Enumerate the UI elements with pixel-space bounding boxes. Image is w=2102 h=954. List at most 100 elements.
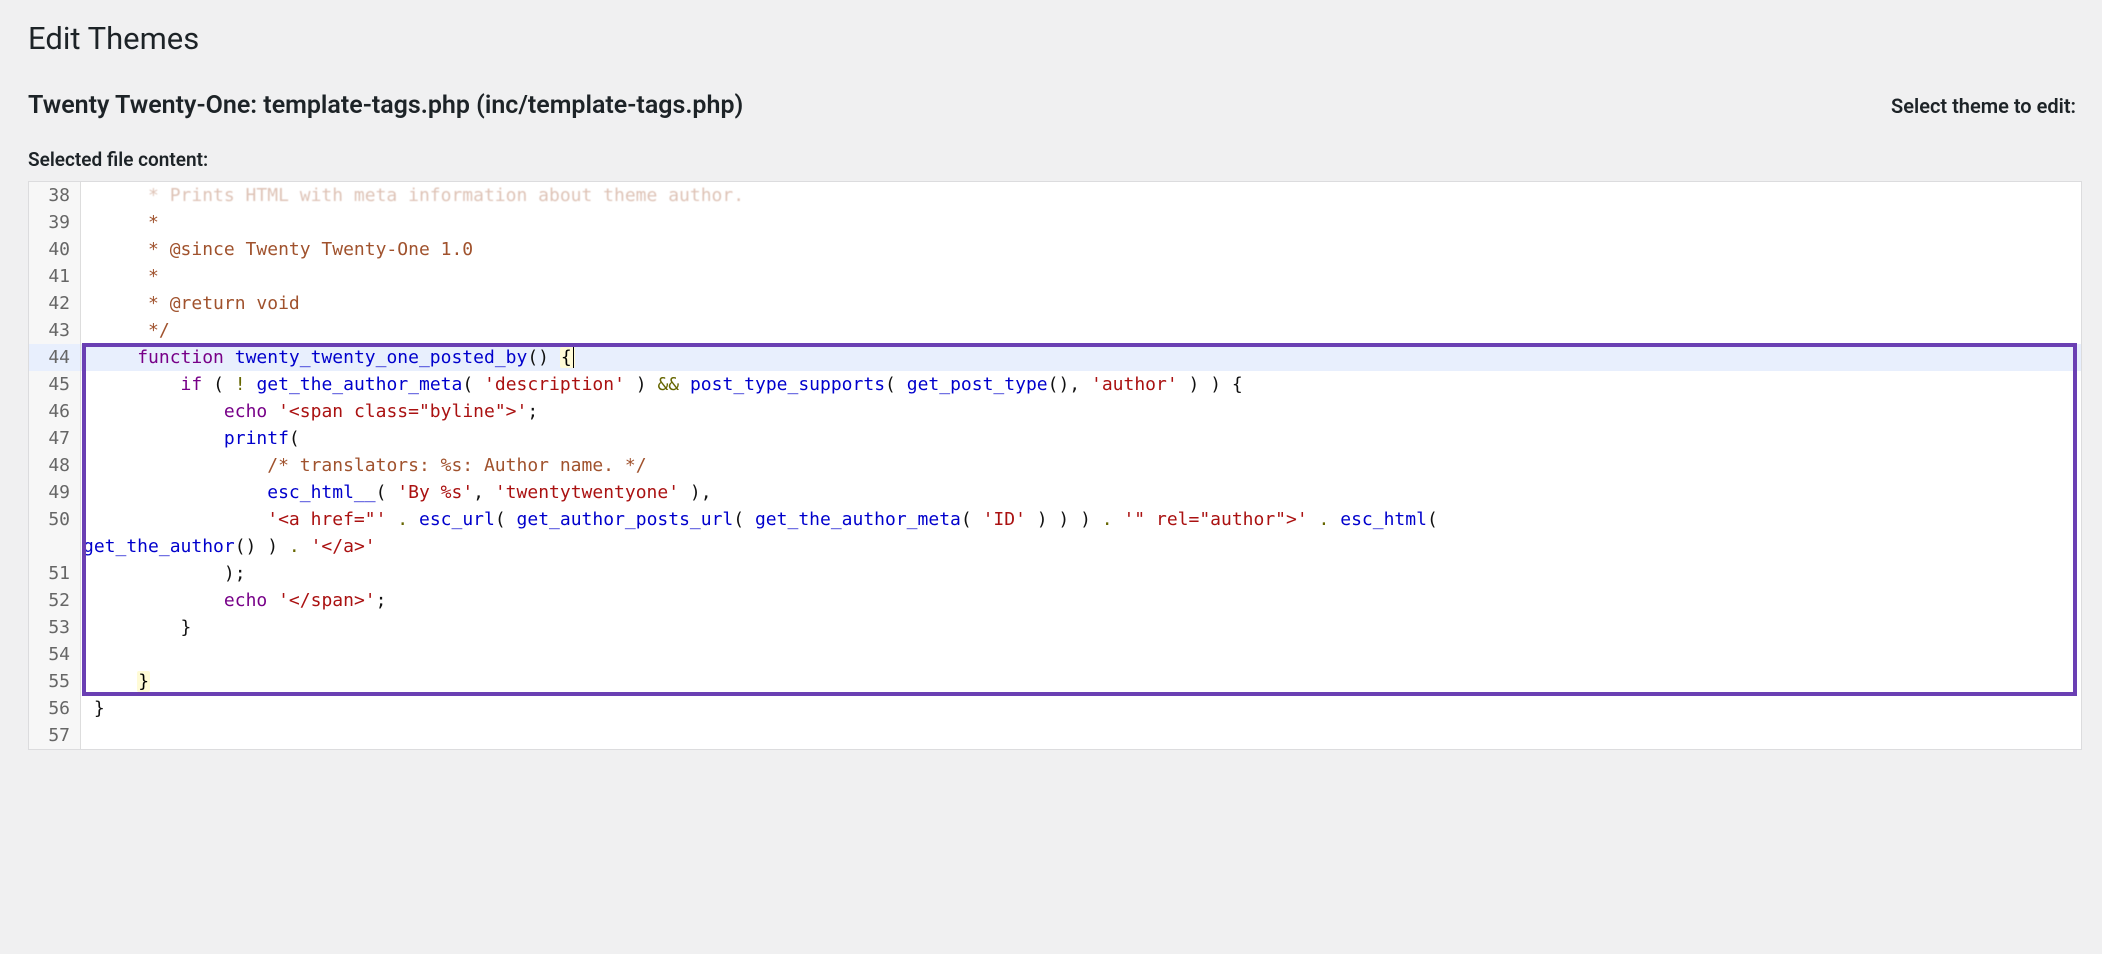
code-content[interactable]: * @since Twenty Twenty-One 1.0 (81, 236, 2081, 263)
code-token: echo (224, 401, 267, 422)
line-number: 41 (29, 263, 81, 290)
code-content[interactable] (81, 641, 2081, 668)
code-content[interactable]: get_the_author() ) . '</a>' (81, 533, 2081, 560)
code-token (679, 374, 690, 395)
code-token: ), (679, 482, 712, 503)
code-line-40[interactable]: 40 * @since Twenty Twenty-One 1.0 (29, 236, 2081, 263)
code-line-45[interactable]: 45 if ( ! get_the_author_meta( 'descript… (29, 371, 2081, 398)
code-token: '</span>' (278, 590, 376, 611)
code-token: get_the_author (83, 536, 235, 557)
code-content[interactable]: * @return void (81, 290, 2081, 317)
code-token (300, 536, 311, 557)
line-number: 49 (29, 479, 81, 506)
code-token: 'By %s' (397, 482, 473, 503)
code-token (1113, 509, 1124, 530)
code-token (83, 347, 137, 368)
line-number: 45 (29, 371, 81, 398)
line-number: 50 (29, 506, 81, 533)
code-token (386, 509, 397, 530)
code-token (83, 590, 224, 611)
code-line-51[interactable]: 51 ); (29, 560, 2081, 587)
code-content[interactable]: if ( ! get_the_author_meta( 'description… (81, 371, 2081, 398)
line-number: 51 (29, 560, 81, 587)
line-number: 44 (29, 344, 81, 371)
code-token: get_author_posts_url (517, 509, 734, 530)
code-content[interactable]: printf( (81, 425, 2081, 452)
code-token: } (83, 617, 191, 638)
code-content[interactable]: */ (81, 317, 2081, 344)
line-number: 56 (29, 695, 81, 722)
code-content[interactable]: } (81, 614, 2081, 641)
code-token: ) ) { (1178, 374, 1243, 395)
code-token: printf (224, 428, 289, 449)
code-token (1308, 509, 1319, 530)
code-token: '</a>' (311, 536, 376, 557)
code-line-42[interactable]: 42 * @return void (29, 290, 2081, 317)
code-content[interactable]: echo '<span class="byline">'; (81, 398, 2081, 425)
code-token: function (137, 347, 224, 368)
code-content[interactable]: } (81, 668, 2081, 695)
code-line-43[interactable]: 43 */ (29, 317, 2081, 344)
code-token (83, 428, 224, 449)
code-token: (), (1048, 374, 1091, 395)
code-token: ( (733, 509, 755, 530)
code-token: post_type_supports (690, 374, 885, 395)
code-line-48[interactable]: 48 /* translators: %s: Author name. */ (29, 452, 2081, 479)
code-token: () (527, 347, 560, 368)
line-number: 38 (29, 182, 81, 209)
code-token: 'ID' (983, 509, 1026, 530)
file-header-row: Twenty Twenty-One: template-tags.php (in… (28, 91, 2082, 120)
code-line-46[interactable]: 46 echo '<span class="byline">'; (29, 398, 2081, 425)
code-content[interactable]: '<a href="' . esc_url( get_author_posts_… (81, 506, 2081, 533)
code-token: ( (961, 509, 983, 530)
code-line-50[interactable]: 50 '<a href="' . esc_url( get_author_pos… (29, 506, 2081, 533)
code-token (83, 509, 267, 530)
code-token: 'description' (484, 374, 625, 395)
code-token: esc_html (1340, 509, 1427, 530)
code-content[interactable]: /* translators: %s: Author name. */ (81, 452, 2081, 479)
code-token (267, 401, 278, 422)
code-token: if (181, 374, 203, 395)
code-token: } (137, 671, 150, 692)
code-token: ( (376, 482, 398, 503)
code-token: ! (235, 374, 246, 395)
code-token: . (1102, 509, 1113, 530)
code-line-54[interactable]: 54 (29, 641, 2081, 668)
code-content[interactable]: esc_html__( 'By %s', 'twentytwentyone' )… (81, 479, 2081, 506)
code-token (246, 374, 257, 395)
code-content[interactable] (81, 722, 2081, 749)
code-line-55[interactable]: 55 } (29, 668, 2081, 695)
code-token: get_the_author_meta (755, 509, 961, 530)
line-number: 46 (29, 398, 81, 425)
code-content[interactable]: } (81, 695, 2081, 722)
code-content[interactable]: * Prints HTML with meta information abou… (81, 182, 2081, 209)
code-line-41[interactable]: 41 * (29, 263, 2081, 290)
code-line-56[interactable]: 56 } (29, 695, 2081, 722)
code-content[interactable]: * (81, 263, 2081, 290)
code-line-44[interactable]: 44 function twenty_twenty_one_posted_by(… (29, 344, 2081, 371)
code-token: . (397, 509, 408, 530)
code-token: ( (885, 374, 907, 395)
code-line-52[interactable]: 52 echo '</span>'; (29, 587, 2081, 614)
code-token: '" rel="author">' (1123, 509, 1307, 530)
code-line-50-wrap[interactable]: get_the_author() ) . '</a>' (29, 533, 2081, 560)
code-line-57[interactable]: 57 (29, 722, 2081, 749)
code-line-38[interactable]: 38 * Prints HTML with meta information a… (29, 182, 2081, 209)
code-content[interactable]: function twenty_twenty_one_posted_by() { (81, 344, 2081, 371)
code-content[interactable]: ); (81, 560, 2081, 587)
code-content[interactable]: echo '</span>'; (81, 587, 2081, 614)
code-line-39[interactable]: 39 * (29, 209, 2081, 236)
code-line-47[interactable]: 47 printf( (29, 425, 2081, 452)
code-editor[interactable]: 38 * Prints HTML with meta information a… (29, 182, 2081, 749)
line-number (29, 533, 81, 560)
code-content[interactable]: * (81, 209, 2081, 236)
code-token (267, 590, 278, 611)
line-number: 57 (29, 722, 81, 749)
code-editor-box: 38 * Prints HTML with meta information a… (28, 181, 2082, 750)
code-line-53[interactable]: 53 } (29, 614, 2081, 641)
code-line-49[interactable]: 49 esc_html__( 'By %s', 'twentytwentyone… (29, 479, 2081, 506)
line-number: 39 (29, 209, 81, 236)
line-number: 55 (29, 668, 81, 695)
line-number: 42 (29, 290, 81, 317)
code-token: * (83, 212, 159, 233)
